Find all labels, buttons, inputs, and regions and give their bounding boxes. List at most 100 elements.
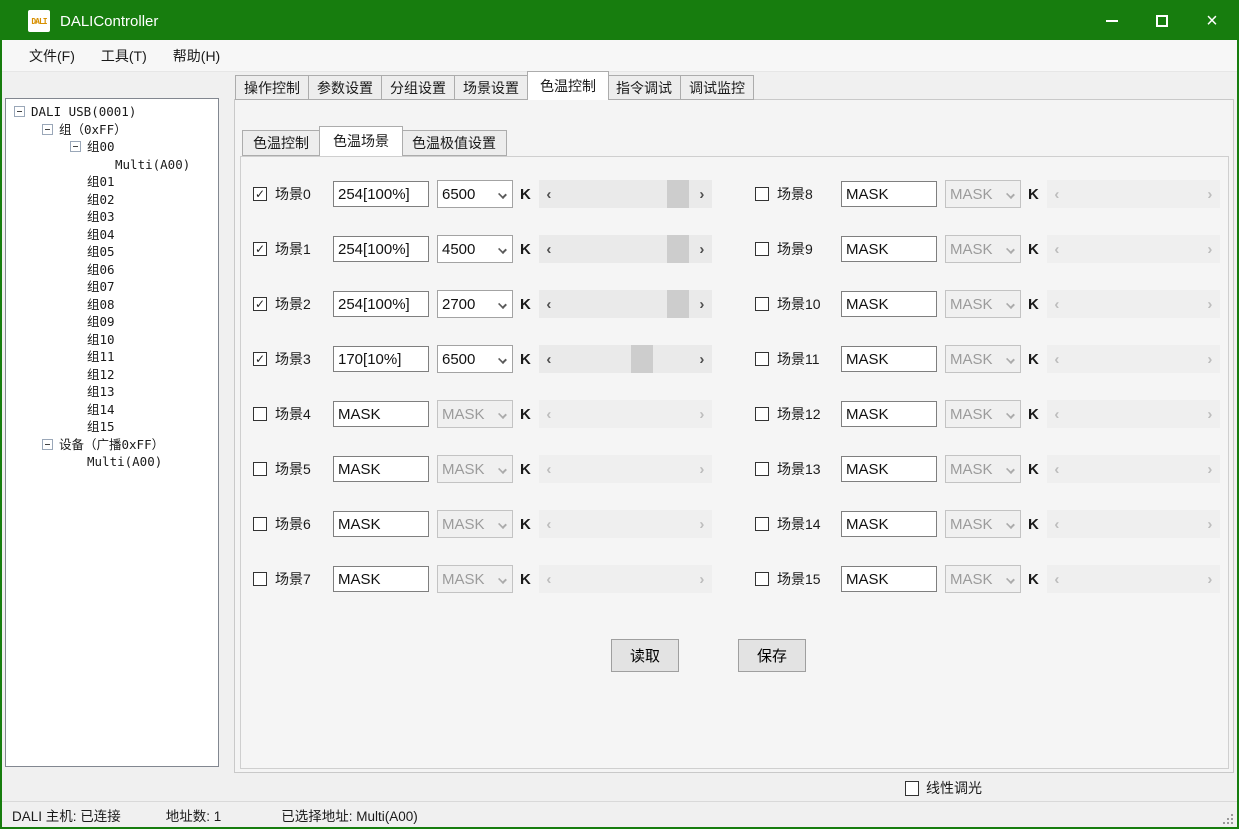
- scene-temp-dropdown[interactable]: 2700: [437, 290, 513, 318]
- scene-level-scrollbar[interactable]: ‹›: [539, 180, 712, 208]
- scene-level-input[interactable]: [333, 291, 429, 317]
- scene-level-scrollbar[interactable]: ‹›: [1047, 400, 1220, 428]
- scene-level-input[interactable]: [333, 511, 429, 537]
- scroll-right-icon[interactable]: ›: [692, 565, 712, 593]
- scene-checkbox[interactable]: ✓: [253, 187, 267, 201]
- scene-level-input[interactable]: [333, 456, 429, 482]
- device-tree[interactable]: DALI USB(0001)组（0xFF）组00Multi(A00)组01组02…: [5, 98, 219, 767]
- tree-node[interactable]: 组11: [6, 348, 218, 366]
- scene-level-scrollbar[interactable]: ‹›: [539, 345, 712, 373]
- tree-node[interactable]: 组04: [6, 226, 218, 244]
- scroll-left-icon[interactable]: ‹: [1047, 290, 1067, 318]
- scroll-right-icon[interactable]: ›: [692, 510, 712, 538]
- scene-level-input[interactable]: [333, 346, 429, 372]
- tree-node[interactable]: 组07: [6, 278, 218, 296]
- tab-操作控制[interactable]: 操作控制: [235, 75, 309, 100]
- scene-level-input[interactable]: [841, 401, 937, 427]
- scene-level-input[interactable]: [333, 401, 429, 427]
- scroll-right-icon[interactable]: ›: [1200, 235, 1220, 263]
- scene-level-scrollbar[interactable]: ‹›: [1047, 455, 1220, 483]
- tree-node[interactable]: 组02: [6, 191, 218, 209]
- tree-node[interactable]: 组00: [6, 138, 218, 156]
- scene-level-input[interactable]: [841, 236, 937, 262]
- scrollbar-thumb[interactable]: [667, 235, 689, 263]
- scene-level-scrollbar[interactable]: ‹›: [1047, 235, 1220, 263]
- scene-level-scrollbar[interactable]: ‹›: [539, 565, 712, 593]
- tree-node[interactable]: 设备（广播0xFF）: [6, 436, 218, 454]
- scene-temp-dropdown[interactable]: MASK: [437, 400, 513, 428]
- scene-temp-dropdown[interactable]: 6500: [437, 180, 513, 208]
- scene-level-input[interactable]: [841, 511, 937, 537]
- tree-node[interactable]: 组12: [6, 366, 218, 384]
- tree-node[interactable]: DALI USB(0001): [6, 103, 218, 121]
- scroll-left-icon[interactable]: ‹: [1047, 345, 1067, 373]
- scene-level-scrollbar[interactable]: ‹›: [539, 455, 712, 483]
- tree-node[interactable]: 组09: [6, 313, 218, 331]
- tree-node[interactable]: Multi(A00): [6, 453, 218, 471]
- scene-checkbox[interactable]: ✓: [253, 352, 267, 366]
- scene-temp-dropdown[interactable]: MASK: [437, 510, 513, 538]
- menu-item-0[interactable]: 文件(F): [16, 40, 88, 72]
- scene-temp-dropdown[interactable]: MASK: [945, 180, 1021, 208]
- tree-node[interactable]: 组03: [6, 208, 218, 226]
- scene-temp-dropdown[interactable]: MASK: [945, 345, 1021, 373]
- scene-temp-dropdown[interactable]: 4500: [437, 235, 513, 263]
- tree-node[interactable]: 组06: [6, 261, 218, 279]
- scroll-left-icon[interactable]: ‹: [1047, 455, 1067, 483]
- tree-node[interactable]: 组05: [6, 243, 218, 261]
- scroll-left-icon[interactable]: ‹: [539, 455, 559, 483]
- scene-temp-dropdown[interactable]: MASK: [945, 455, 1021, 483]
- scene-checkbox[interactable]: [755, 462, 769, 476]
- scene-level-input[interactable]: [841, 456, 937, 482]
- scene-checkbox[interactable]: [253, 407, 267, 421]
- scroll-left-icon[interactable]: ‹: [539, 290, 559, 318]
- tree-collapse-icon[interactable]: [42, 439, 53, 450]
- scene-level-scrollbar[interactable]: ‹›: [539, 290, 712, 318]
- minimize-button[interactable]: [1087, 2, 1137, 40]
- scroll-right-icon[interactable]: ›: [1200, 510, 1220, 538]
- scroll-right-icon[interactable]: ›: [692, 345, 712, 373]
- scene-level-scrollbar[interactable]: ‹›: [1047, 345, 1220, 373]
- scroll-left-icon[interactable]: ‹: [1047, 235, 1067, 263]
- scroll-right-icon[interactable]: ›: [692, 235, 712, 263]
- scene-level-input[interactable]: [333, 181, 429, 207]
- scene-temp-dropdown[interactable]: MASK: [945, 290, 1021, 318]
- scroll-right-icon[interactable]: ›: [692, 455, 712, 483]
- scene-level-input[interactable]: [841, 346, 937, 372]
- scroll-left-icon[interactable]: ‹: [1047, 400, 1067, 428]
- tree-node[interactable]: 组15: [6, 418, 218, 436]
- scene-level-scrollbar[interactable]: ‹›: [539, 400, 712, 428]
- scene-level-scrollbar[interactable]: ‹›: [539, 510, 712, 538]
- scroll-left-icon[interactable]: ‹: [539, 565, 559, 593]
- scene-checkbox[interactable]: [755, 187, 769, 201]
- scene-level-scrollbar[interactable]: ‹›: [1047, 180, 1220, 208]
- scene-level-input[interactable]: [333, 236, 429, 262]
- tab-色温控制[interactable]: 色温控制: [527, 71, 609, 100]
- scene-level-scrollbar[interactable]: ‹›: [1047, 510, 1220, 538]
- scroll-left-icon[interactable]: ‹: [539, 235, 559, 263]
- scene-checkbox[interactable]: [253, 517, 267, 531]
- scroll-right-icon[interactable]: ›: [692, 400, 712, 428]
- scene-level-input[interactable]: [841, 291, 937, 317]
- scene-checkbox[interactable]: [253, 462, 267, 476]
- maximize-button[interactable]: [1137, 2, 1187, 40]
- scene-temp-dropdown[interactable]: MASK: [945, 235, 1021, 263]
- scene-level-scrollbar[interactable]: ‹›: [1047, 290, 1220, 318]
- tree-node[interactable]: 组13: [6, 383, 218, 401]
- scene-temp-dropdown[interactable]: MASK: [945, 510, 1021, 538]
- menu-item-1[interactable]: 工具(T): [88, 40, 160, 72]
- scene-level-scrollbar[interactable]: ‹›: [539, 235, 712, 263]
- tree-node[interactable]: Multi(A00): [6, 156, 218, 174]
- tab-分组设置[interactable]: 分组设置: [382, 75, 455, 100]
- scene-checkbox[interactable]: [755, 297, 769, 311]
- scene-level-input[interactable]: [841, 181, 937, 207]
- scene-checkbox[interactable]: ✓: [253, 242, 267, 256]
- scene-temp-dropdown[interactable]: MASK: [945, 565, 1021, 593]
- menu-item-2[interactable]: 帮助(H): [160, 40, 233, 72]
- tab-参数设置[interactable]: 参数设置: [309, 75, 382, 100]
- tree-collapse-icon[interactable]: [14, 106, 25, 117]
- subtab-色温场景[interactable]: 色温场景: [319, 126, 403, 156]
- scroll-right-icon[interactable]: ›: [692, 290, 712, 318]
- scroll-left-icon[interactable]: ‹: [1047, 565, 1067, 593]
- scroll-right-icon[interactable]: ›: [1200, 400, 1220, 428]
